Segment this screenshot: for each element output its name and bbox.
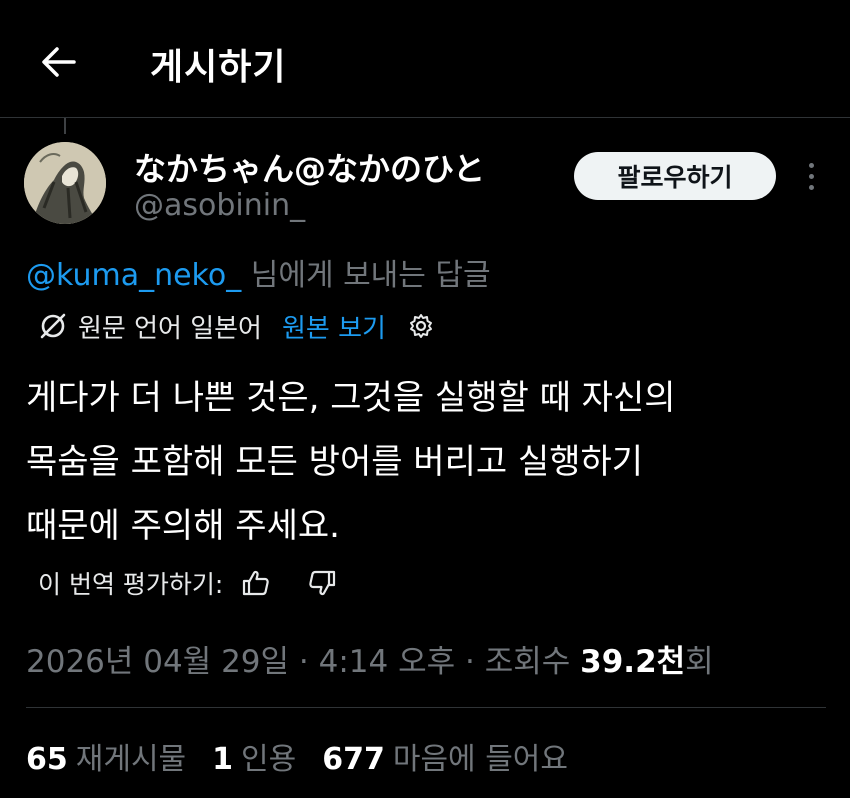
translate-icon: [40, 313, 66, 339]
rate-translation-label: 이 번역 평가하기:: [38, 570, 224, 599]
translation-notice: 원문 언어 일본어 원본 보기: [38, 306, 434, 346]
meta-separator: ·: [298, 644, 309, 680]
source-language-label: 원문 언어 일본어: [78, 313, 262, 344]
author-handle[interactable]: @asobinin_: [134, 188, 305, 223]
more-vertical-icon: [808, 184, 814, 190]
more-options-button[interactable]: [796, 156, 826, 196]
tweet-text-line: 때문에 주의해 주세요.: [26, 506, 340, 546]
views-prefix: 조회수: [484, 644, 571, 680]
tweet-meta: 2026년 04월 29일 · 4:14 오후 · 조회수 39.2천회: [26, 636, 714, 681]
more-vertical-icon: [808, 173, 814, 179]
page-title: 게시하기: [150, 47, 287, 88]
show-original-link[interactable]: 원본 보기: [282, 308, 386, 345]
engagement-stats: 65 재게시물 1 인용 677 마음에 들어요: [26, 734, 594, 778]
divider: [26, 707, 826, 708]
tweet-time[interactable]: 4:14 오후: [319, 644, 456, 680]
likes-count: 677: [322, 742, 385, 777]
thumbs-down-icon: [309, 570, 336, 596]
reposts-label: 재게시물: [75, 742, 187, 777]
tweet-text-line: 게다가 더 나쁜 것은, 그것을 실행할 때 자신의: [26, 378, 676, 418]
follow-button[interactable]: 팔로우하기: [574, 152, 776, 200]
rate-translation-row: 이 번역 평가하기:: [38, 563, 337, 603]
views-number: 39.2천: [580, 644, 686, 680]
thumbs-up-icon: [243, 570, 270, 596]
meta-separator: ·: [465, 644, 475, 680]
back-button[interactable]: [32, 38, 84, 86]
top-bar: 게시하기: [0, 0, 850, 118]
views-suffix: 회: [685, 644, 714, 680]
tweet-text: 게다가 더 나쁜 것은, 그것을 실행할 때 자신의 목숨을 포함해 모든 방어…: [26, 366, 826, 558]
likes-stat[interactable]: 677 마음에 들어요: [322, 734, 568, 778]
quotes-stat[interactable]: 1 인용: [212, 734, 296, 778]
reposts-stat[interactable]: 65 재게시물: [26, 734, 186, 778]
tweet-date: 2026년 04월 29일: [26, 644, 290, 680]
quotes-label: 인용: [241, 742, 297, 777]
author-display-name[interactable]: なかちゃん@なかのひと: [134, 144, 485, 190]
avatar[interactable]: [24, 142, 106, 224]
reply-context: @kuma_neko_ 님에게 보내는 답글: [26, 250, 491, 294]
views-count[interactable]: 조회수 39.2천회: [485, 644, 714, 680]
more-vertical-icon: [808, 162, 814, 168]
reply-mention-link[interactable]: @kuma_neko_: [26, 258, 241, 293]
reposts-count: 65: [26, 742, 68, 777]
translation-settings-button[interactable]: [408, 313, 434, 339]
thread-connector-line: [64, 118, 66, 134]
reply-context-text: 님에게 보내는 답글: [250, 258, 491, 293]
likes-label: 마음에 들어요: [392, 742, 568, 777]
tweet-text-line: 목숨을 포함해 모든 방어를 버리고 실행하기: [26, 442, 644, 482]
quotes-count: 1: [212, 742, 234, 777]
thumbs-up-button[interactable]: [241, 569, 271, 597]
arrow-left-icon: [42, 47, 76, 77]
thumbs-down-button[interactable]: [307, 569, 337, 597]
gear-icon: [409, 314, 432, 338]
